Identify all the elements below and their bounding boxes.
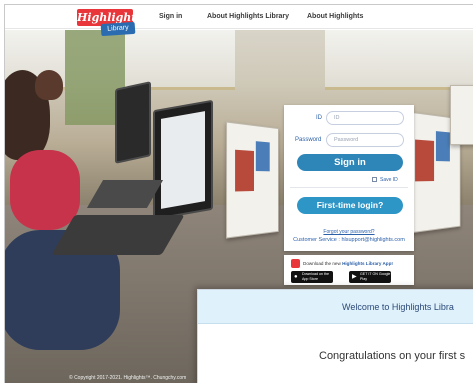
- checkbox-icon[interactable]: [372, 177, 377, 183]
- app-download-panel: Download the new Highlights Library App!…: [284, 255, 414, 285]
- laptop-image: [153, 99, 213, 221]
- play-icon: ▶: [352, 274, 357, 280]
- student-figure: [10, 150, 80, 230]
- app-download-text: Download the new Highlights Library App!: [303, 261, 393, 266]
- keyboard-image: [86, 180, 164, 208]
- student-figure: [35, 70, 63, 100]
- app-store-badge[interactable]: Download on the App Store ●: [291, 271, 333, 283]
- logo-subtitle: Library: [100, 21, 136, 37]
- ebook-display-image: [226, 121, 279, 239]
- sign-in-button[interactable]: Sign in: [297, 154, 403, 171]
- modal-message: Congratulations on your first s: [319, 350, 466, 362]
- modal-header: Welcome to Highlights Libra: [198, 290, 473, 324]
- modal-title: Welcome to Highlights Libra: [342, 302, 454, 312]
- copyright-text: © Copyright 2017-2021. Highlights™. Chun…: [69, 375, 187, 381]
- id-input[interactable]: ID: [326, 111, 404, 125]
- login-panel: ID ID Password Password Sign in Save ID …: [284, 105, 414, 251]
- id-label: ID: [316, 115, 322, 121]
- classroom-window: [125, 30, 235, 90]
- save-id-label: Save ID: [380, 177, 398, 183]
- password-input[interactable]: Password: [326, 133, 404, 147]
- keyboard-image: [51, 215, 185, 255]
- highlights-app-icon: [291, 259, 300, 268]
- browser-viewport: © Copyright 2017-2021. Highlights™. Chun…: [4, 4, 473, 383]
- highlights-library-logo[interactable]: Highlights Library: [77, 9, 143, 37]
- top-navigation-bar: Sign in About Highlights Library About H…: [5, 5, 473, 29]
- save-id-checkbox[interactable]: Save ID: [372, 177, 398, 183]
- apple-icon: ●: [294, 274, 298, 280]
- nav-about-highlights-link[interactable]: About Highlights: [307, 5, 363, 29]
- divider: [290, 187, 408, 188]
- ebook-display-image: [450, 85, 473, 145]
- nav-about-library-link[interactable]: About Highlights Library: [207, 5, 289, 29]
- customer-service-text: Customer Service : hlsupport@highlights.…: [293, 237, 405, 243]
- password-label: Password: [295, 137, 322, 143]
- welcome-modal: Welcome to Highlights Libra Congratulati…: [197, 289, 473, 383]
- forgot-password-link[interactable]: Forgot your password?: [284, 229, 414, 235]
- nav-sign-in-link[interactable]: Sign in: [159, 5, 182, 29]
- google-play-badge[interactable]: GET IT ON Google Play ▶: [349, 271, 391, 283]
- laptop-image: [115, 81, 151, 164]
- first-time-login-button[interactable]: First-time login?: [297, 197, 403, 214]
- classroom-window: [325, 30, 473, 90]
